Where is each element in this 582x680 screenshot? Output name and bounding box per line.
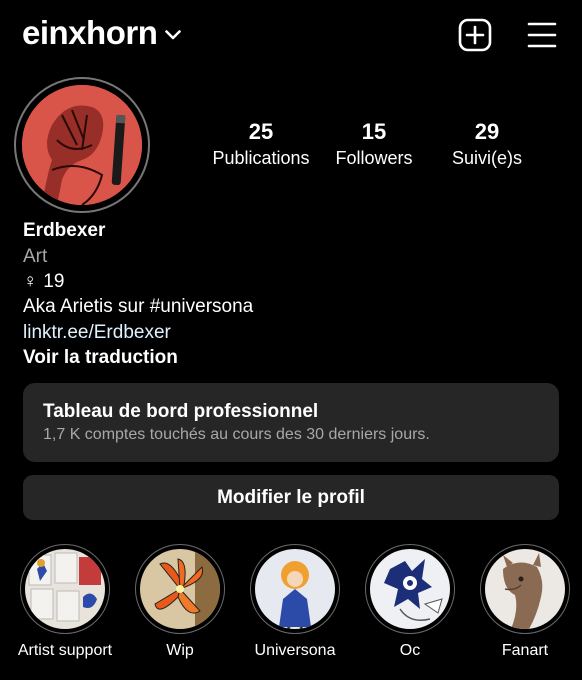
- highlight-ring: [20, 544, 110, 634]
- highlight-label: Oc: [399, 642, 421, 659]
- female-sign-icon: ♀: [23, 271, 38, 292]
- stat-value: 15: [361, 119, 387, 144]
- stat-label: Followers: [335, 148, 413, 168]
- highlight-thumbnail: [140, 549, 220, 629]
- menu-icon[interactable]: [527, 21, 557, 49]
- highlight-universona[interactable]: Universona: [237, 544, 353, 660]
- avatar-image: [22, 85, 142, 205]
- highlight-ring: [480, 544, 570, 634]
- profile-avatar[interactable]: [14, 77, 150, 213]
- dashboard-title: Tableau de bord professionnel: [43, 401, 319, 422]
- bio-link[interactable]: linktr.ee/Erdbexer: [23, 320, 171, 345]
- dashboard-subtitle: 1,7 K comptes touchés au cours des 30 de…: [43, 426, 430, 443]
- chevron-down-icon: [165, 30, 182, 40]
- highlight-ring: [365, 544, 455, 634]
- highlight-fanart[interactable]: Fanart: [467, 544, 582, 660]
- profile-age: 19: [43, 271, 65, 292]
- highlight-artist-support[interactable]: Artist support: [7, 544, 123, 660]
- stat-label: Publications: [212, 148, 310, 168]
- profile-name: Erdbexer: [23, 220, 106, 241]
- highlight-thumbnail: [485, 549, 565, 629]
- highlight-ring: [250, 544, 340, 634]
- see-translation-link[interactable]: Voir la traduction: [23, 345, 178, 370]
- username-switcher[interactable]: einxhorn: [22, 14, 182, 52]
- highlight-ring: [135, 544, 225, 634]
- stat-label: Suivi(e)s: [451, 148, 522, 168]
- stat-value: 25: [248, 119, 274, 144]
- highlight-thumbnail: [370, 549, 450, 629]
- profile-pronoun-age: ♀ 19: [23, 269, 64, 294]
- stat-value: 29: [474, 119, 500, 144]
- highlight-oc[interactable]: Oc: [352, 544, 468, 660]
- edit-profile-button[interactable]: Modifier le profil: [23, 475, 559, 520]
- highlight-thumbnail: [25, 549, 105, 629]
- profile-category: Art: [23, 246, 48, 267]
- highlight-label: Universona: [254, 642, 336, 659]
- stat-followers[interactable]: 15 Followers: [325, 120, 423, 170]
- stat-publications[interactable]: 25 Publications: [205, 120, 317, 170]
- highlight-thumbnail: [255, 549, 335, 629]
- highlight-label: Wip: [166, 642, 194, 659]
- bio-text: Aka Arietis sur #universona: [23, 296, 254, 317]
- stat-following[interactable]: 29 Suivi(e)s: [440, 120, 534, 170]
- highlight-wip[interactable]: Wip: [122, 544, 238, 660]
- highlight-label: Fanart: [501, 642, 549, 659]
- highlight-label: Artist support: [17, 642, 113, 659]
- new-post-icon[interactable]: [458, 18, 492, 52]
- username: einxhorn: [22, 14, 158, 51]
- professional-dashboard-card[interactable]: Tableau de bord professionnel 1,7 K comp…: [23, 383, 559, 462]
